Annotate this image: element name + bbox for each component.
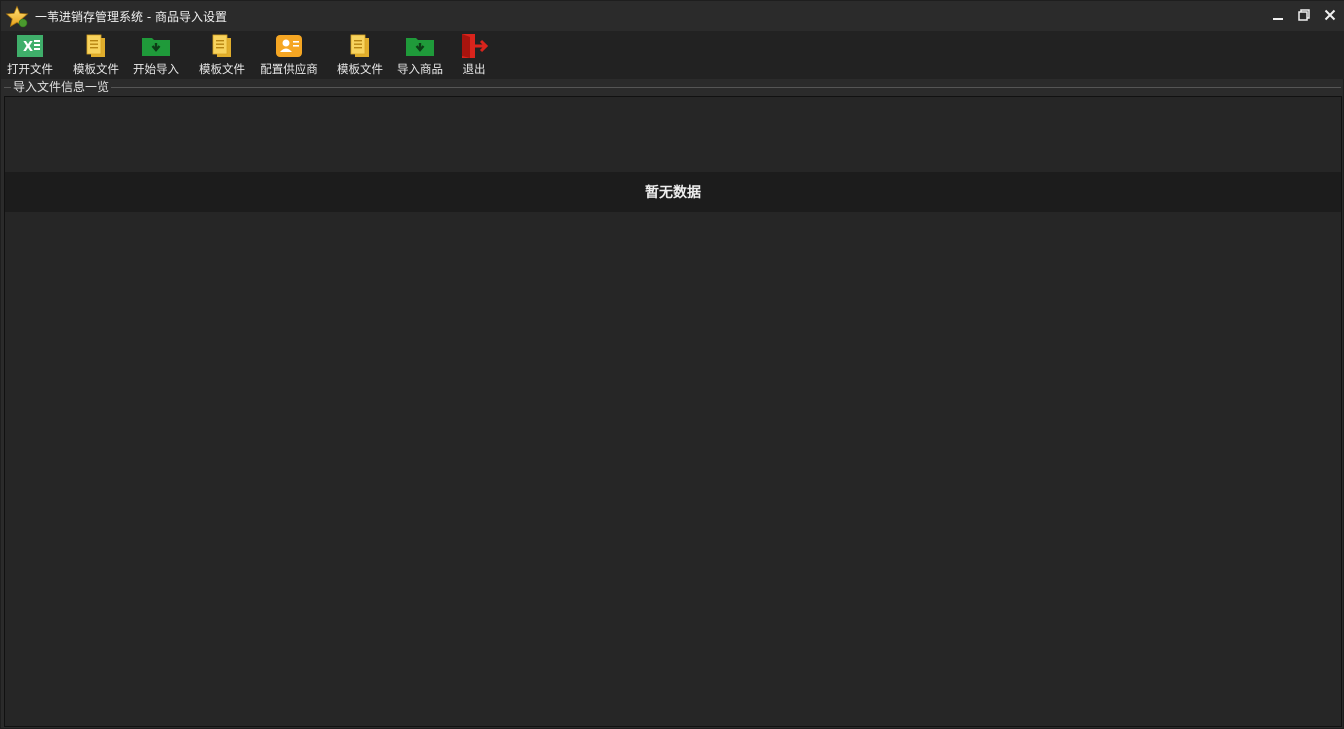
window-title: 一苇进销存管理系统 - 商品导入设置: [35, 10, 227, 24]
configure-supplier-button[interactable]: 配置供应商: [257, 33, 321, 77]
download-folder-icon: [142, 38, 170, 56]
template-file-button-1[interactable]: 模板文件: [71, 33, 121, 77]
import-products-button[interactable]: 导入商品: [395, 33, 445, 77]
close-icon: [1324, 9, 1336, 21]
start-import-label: 开始导入: [133, 62, 179, 76]
supplier-card-icon: [276, 35, 302, 57]
group-title: 导入文件信息一览: [11, 79, 112, 95]
close-button[interactable]: [1319, 5, 1341, 25]
import-products-label: 导入商品: [397, 62, 443, 76]
minimize-button[interactable]: [1267, 5, 1289, 25]
template-file-label-1: 模板文件: [73, 62, 119, 76]
star-app-icon: [5, 5, 29, 28]
excel-icon: X: [17, 35, 43, 57]
toolbar: X 打开文件 模板文件 开始导入 模板文件 配置供应商 模板文件 导入商品 退出: [1, 31, 1344, 79]
template-file-icon: [86, 34, 105, 57]
empty-state-text: 暂无数据: [645, 185, 701, 201]
exit-label: 退出: [462, 62, 486, 76]
template-file-icon: [212, 34, 231, 57]
template-file-icon: [350, 34, 369, 57]
exit-button[interactable]: 退出: [457, 33, 491, 77]
empty-state-row: 暂无数据: [5, 172, 1341, 212]
configure-supplier-label: 配置供应商: [260, 62, 318, 76]
template-file-button-3[interactable]: 模板文件: [335, 33, 385, 77]
minimize-icon: [1273, 18, 1283, 20]
open-file-label: 打开文件: [7, 62, 53, 76]
start-import-button[interactable]: 开始导入: [131, 33, 181, 77]
restore-icon: [1298, 9, 1310, 21]
exit-icon: [462, 34, 489, 58]
restore-button[interactable]: [1293, 5, 1315, 25]
template-file-button-2[interactable]: 模板文件: [197, 33, 247, 77]
download-folder-icon: [406, 38, 434, 56]
svg-text:X: X: [23, 40, 33, 55]
template-file-label-2: 模板文件: [199, 62, 245, 76]
import-data-grid[interactable]: 暂无数据: [4, 96, 1342, 727]
template-file-label-3: 模板文件: [337, 62, 383, 76]
title-bar: 一苇进销存管理系统 - 商品导入设置: [1, 1, 1344, 31]
app-window: 一苇进销存管理系统 - 商品导入设置 X 打开文件 模板文件 开始导入 模板文件…: [0, 0, 1344, 729]
open-file-button[interactable]: X 打开文件: [5, 33, 55, 77]
